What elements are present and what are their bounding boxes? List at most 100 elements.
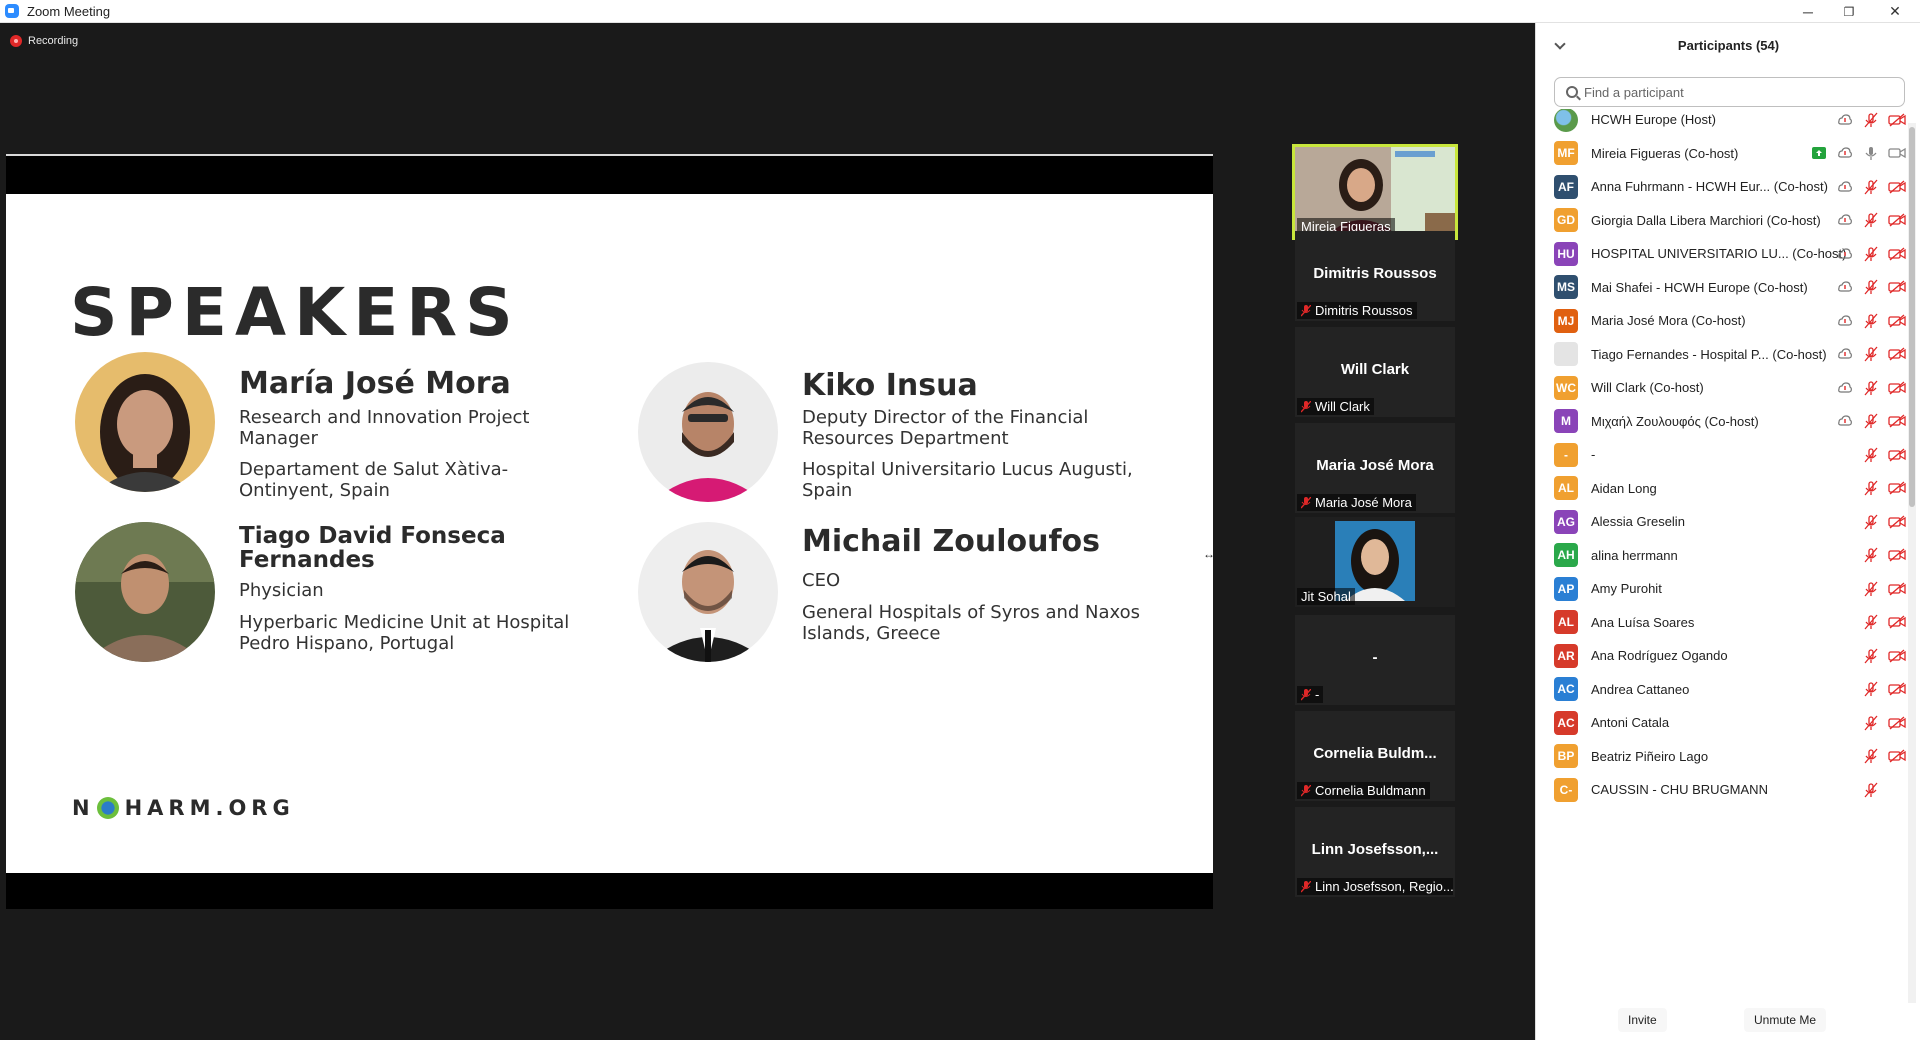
video-off-icon (1888, 647, 1906, 665)
participant-name: Mireia Figueras (Co-host) (1591, 145, 1739, 161)
mic-muted-icon[interactable] (1862, 345, 1880, 363)
mic-muted-icon[interactable] (1862, 747, 1880, 765)
participant-row[interactable]: C- CAUSSIN - CHU BRUGMANN (1536, 773, 1906, 806)
video-tile[interactable]: -- (1295, 615, 1455, 705)
window-titlebar: Zoom Meeting ─ ❐ ✕ (0, 0, 1920, 23)
close-button[interactable]: ✕ (1872, 0, 1918, 23)
mic-muted-icon[interactable] (1862, 211, 1880, 229)
video-tile[interactable]: Jit Sohal (1295, 517, 1455, 607)
participant-row[interactable]: AC Antoni Catala (1536, 706, 1906, 739)
video-off-icon (1888, 178, 1906, 196)
tile-display-name: Dimitris Roussos (1313, 265, 1437, 282)
tile-display-name: Maria José Mora (1316, 457, 1434, 474)
mic-muted-icon[interactable] (1862, 245, 1880, 263)
scrollbar-thumb[interactable] (1909, 127, 1915, 507)
video-off-icon (1888, 747, 1906, 765)
raise-hand-icon (1836, 111, 1854, 129)
restore-button[interactable]: ❐ (1826, 0, 1872, 23)
participants-title: Participants (54) (1677, 37, 1780, 53)
participant-row[interactable]: M Μιχαήλ Ζουλουφός (Co-host) (1536, 405, 1906, 438)
shared-screen[interactable]: SPEAKERS María José Mora Research and In… (6, 154, 1213, 909)
participant-status-icons (1802, 144, 1906, 162)
tile-label-text: Jit Sohal (1301, 589, 1351, 604)
mic-muted-icon[interactable] (1862, 312, 1880, 330)
speaker-name: Kiko Insua (802, 368, 978, 403)
participant-list: HCWH Europe (Host) MF Mireia Figueras (Co-… (1536, 109, 1906, 1005)
video-off-icon (1888, 446, 1906, 464)
participant-row[interactable]: AC Andrea Cattaneo (1536, 673, 1906, 706)
tile-name-label: Cornelia Buldmann (1297, 782, 1430, 799)
participant-row[interactable]: MS Mai Shafei - HCWH Europe (Co-host) (1536, 271, 1906, 304)
raise-hand-icon (1836, 144, 1854, 162)
mic-muted-icon[interactable] (1862, 111, 1880, 129)
video-tile[interactable]: Dimitris Roussos Dimitris Roussos (1295, 231, 1455, 321)
participant-row[interactable]: AF Anna Fuhrmann - HCWH Eur... (Co-host) (1536, 170, 1906, 203)
participant-status-icons (1854, 747, 1906, 765)
video-tile[interactable]: Will Clark Will Clark (1295, 327, 1455, 417)
mic-muted-icon[interactable] (1862, 546, 1880, 564)
noharm-logo: N HARM.ORG (72, 796, 295, 820)
mic-muted-icon[interactable] (1862, 580, 1880, 598)
participant-search[interactable] (1554, 77, 1905, 107)
participant-name: Giorgia Dalla Libera Marchiori (Co-host) (1591, 212, 1821, 228)
mic-muted-icon[interactable] (1862, 178, 1880, 196)
mic-muted-icon[interactable] (1862, 446, 1880, 464)
mic-muted-icon[interactable] (1862, 714, 1880, 732)
participant-row[interactable]: -- (1536, 438, 1906, 471)
participant-avatar: AF (1554, 174, 1578, 199)
mic-muted-icon[interactable] (1862, 379, 1880, 397)
participant-row[interactable]: AL Aidan Long (1536, 472, 1906, 505)
logo-right-text: HARM.ORG (124, 796, 295, 820)
mic-muted-icon (1300, 688, 1312, 701)
speaker-portrait-fernandes (75, 522, 215, 662)
participant-row[interactable]: MF Mireia Figueras (Co-host) (1536, 137, 1906, 170)
mic-muted-icon[interactable] (1862, 278, 1880, 296)
speaker-name: María José Mora (239, 366, 511, 401)
mic-muted-icon[interactable] (1862, 781, 1880, 799)
participant-row[interactable]: WC Will Clark (Co-host) (1536, 371, 1906, 404)
search-input[interactable] (1584, 84, 1884, 100)
video-tile[interactable]: Cornelia Buldm... Cornelia Buldmann (1295, 711, 1455, 801)
participant-row[interactable]: AL Ana Luísa Soares (1536, 606, 1906, 639)
participant-row[interactable]: Tiago Fernandes - Hospital P... (Co-host… (1536, 338, 1906, 371)
participant-row[interactable]: BP Beatriz Piñeiro Lago (1536, 740, 1906, 773)
mic-muted-icon[interactable] (1862, 680, 1880, 698)
mic-muted-icon[interactable] (1862, 647, 1880, 665)
participant-row[interactable]: MJ Maria José Mora (Co-host) (1536, 304, 1906, 337)
video-tile[interactable]: Mireia Figueras (1292, 144, 1458, 240)
video-tile[interactable]: Linn Josefsson,... Linn Josefsson, Regio.… (1295, 807, 1455, 897)
recording-indicator[interactable]: Recording (10, 35, 78, 47)
chevron-down-icon[interactable] (1554, 38, 1566, 50)
speaker-name: Michail Zouloufos (802, 524, 1101, 559)
mic-muted-icon[interactable] (1862, 613, 1880, 631)
tile-name-label: - (1297, 686, 1324, 703)
video-tile[interactable]: Maria José Mora Maria José Mora (1295, 423, 1455, 513)
window-title: Zoom Meeting (27, 3, 111, 19)
mic-muted-icon[interactable] (1862, 412, 1880, 430)
participant-name: Μιχαήλ Ζουλουφός (Co-host) (1591, 413, 1759, 429)
mic-icon[interactable] (1862, 144, 1880, 162)
participant-row[interactable]: HU HOSPITAL UNIVERSITARIO LU... (Co-host) (1536, 237, 1906, 270)
mic-muted-icon[interactable] (1862, 479, 1880, 497)
participant-scrollbar[interactable] (1908, 123, 1916, 1003)
meeting-stage: Recording SPEAKERS María José Mora Resea… (0, 23, 1535, 1040)
invite-button[interactable]: Invite (1618, 1007, 1667, 1032)
minimize-button[interactable]: ─ (1785, 0, 1831, 23)
video-off-icon (1888, 245, 1906, 263)
participant-status-icons (1828, 111, 1906, 129)
participant-status-icons (1828, 211, 1906, 229)
participant-status-icons (1854, 613, 1906, 631)
zoom-app-icon (5, 4, 19, 18)
participant-row[interactable]: AR Ana Rodríguez Ogando (1536, 639, 1906, 672)
participant-row[interactable]: AP Amy Purohit (1536, 572, 1906, 605)
participant-row[interactable]: AG Alessia Greselin (1536, 505, 1906, 538)
tile-name-label: Dimitris Roussos (1297, 302, 1417, 319)
participant-row[interactable]: HCWH Europe (Host) (1536, 109, 1906, 136)
video-off-icon (1888, 580, 1906, 598)
video-off-icon (1888, 345, 1906, 363)
unmute-me-button[interactable]: Unmute Me (1744, 1007, 1827, 1032)
participant-row[interactable]: GD Giorgia Dalla Libera Marchiori (Co-hos… (1536, 204, 1906, 237)
participant-row[interactable]: AH alina herrmann (1536, 539, 1906, 572)
mic-muted-icon[interactable] (1862, 513, 1880, 531)
participant-name: Anna Fuhrmann - HCWH Eur... (Co-host) (1591, 179, 1828, 194)
